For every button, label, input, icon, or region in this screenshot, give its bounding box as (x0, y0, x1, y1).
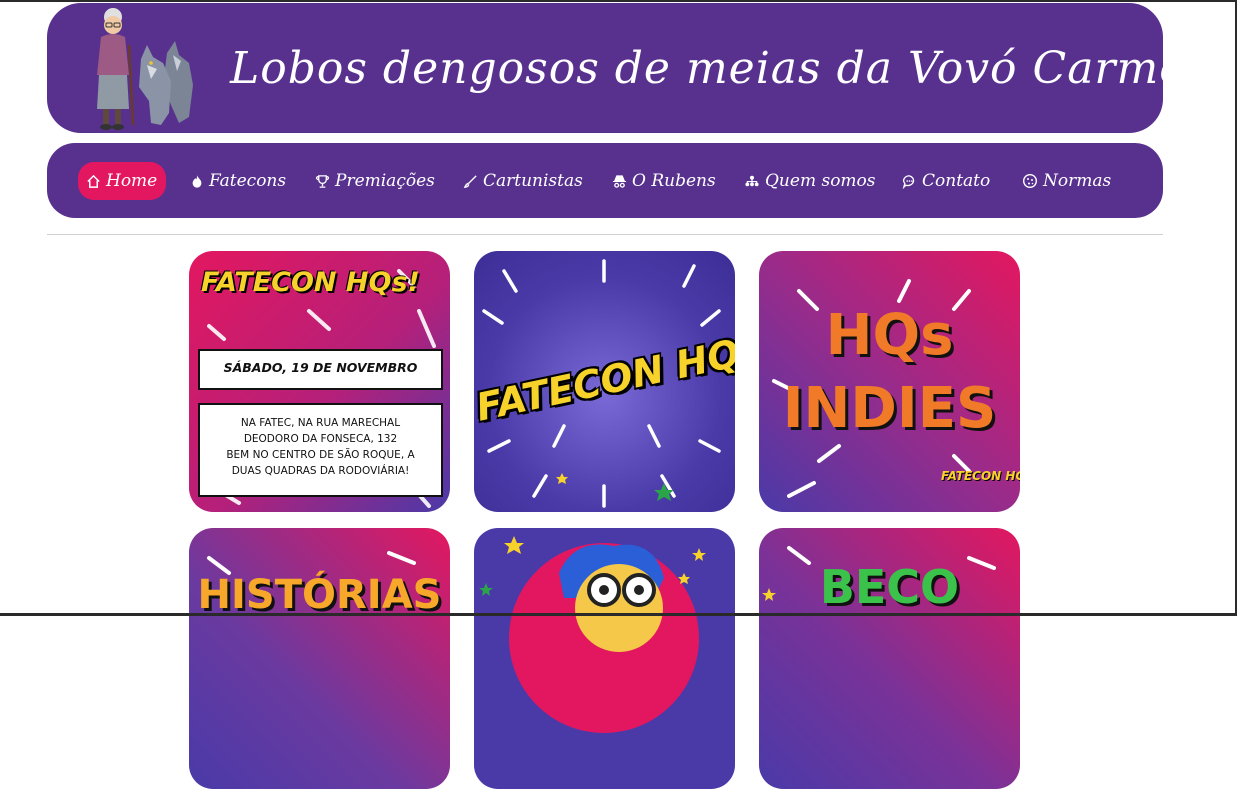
fatecon-logo: FATECON HQs! (201, 267, 420, 298)
grandma-with-wolves-icon[interactable] (89, 5, 209, 131)
address-line-3: BEM NO CENTRO DE SÃO ROQUE, A (226, 449, 415, 461)
flame-icon (192, 174, 202, 188)
header-banner: Lobos dengosos de meias da Vovó Carmela (47, 3, 1228, 133)
brush-icon (463, 174, 477, 188)
card-beco[interactable]: BECO (759, 528, 1020, 789)
address-line-4: DUAS QUADRAS DA RODOVIÁRIA! (231, 465, 410, 477)
nav-fatecons[interactable]: Fatecons (190, 162, 286, 200)
address-line-2: DEODORO DA FONSECA, 132 (243, 433, 398, 445)
main-navbar: Home Fatecons Premiações Cartunistas O R… (47, 143, 1163, 218)
cookie-icon (1022, 173, 1038, 189)
nav-quem-somos-label: Quem somos (765, 171, 876, 191)
fatecon-small-logo: FATECON HQs! (941, 469, 1020, 483)
header-divider (47, 234, 1163, 235)
nav-normas[interactable]: Normas (1022, 162, 1111, 200)
trophy-icon (315, 174, 330, 188)
nav-premiacoes[interactable]: Premiações (315, 162, 435, 200)
chat-icon (902, 174, 915, 189)
nav-o-rubens[interactable]: O Rubens (612, 162, 716, 200)
event-date: SÁBADO, 19 DE NOVEMBRO (223, 360, 418, 375)
indies-title: INDIES (782, 376, 997, 441)
window-top-border (0, 0, 1237, 2)
historias-title: HISTÓRIAS (197, 572, 442, 618)
card-fatecon-logo[interactable]: FATECON HQs! (474, 251, 735, 512)
date-box: SÁBADO, 19 DE NOVEMBRO (198, 349, 443, 390)
nav-home-label: Home (106, 171, 158, 191)
nav-o-rubens-label: O Rubens (632, 171, 716, 191)
nav-cartunistas[interactable]: Cartunistas (463, 162, 583, 200)
nav-home[interactable]: Home (78, 162, 167, 200)
card-cartoon[interactable] (474, 528, 735, 789)
card-historias[interactable]: HISTÓRIAS (189, 528, 450, 789)
nav-contato-label: Contato (922, 171, 991, 191)
site-title: Lobos dengosos de meias da Vovó Carmela (230, 43, 1229, 94)
people-icon (745, 175, 759, 186)
nav-normas-label: Normas (1043, 171, 1112, 191)
address-line-1: NA FATEC, NA RUA MARECHAL (240, 417, 401, 429)
home-icon (87, 174, 100, 188)
card-fatecon-info[interactable]: FATECON HQs! SÁBADO, 19 DE NOVEMBRO NA F… (189, 251, 450, 512)
hqs-title: HQs (825, 303, 954, 368)
nav-quem-somos[interactable]: Quem somos (744, 162, 876, 200)
nav-contato[interactable]: Contato (902, 162, 990, 200)
address-box: NA FATEC, NA RUA MARECHAL DEODORO DA FON… (198, 403, 443, 497)
nav-premiacoes-label: Premiações (335, 171, 435, 191)
beco-title: BECO (819, 560, 960, 614)
nav-cartunistas-label: Cartunistas (483, 171, 583, 191)
incognito-icon (612, 174, 627, 188)
card-hqs-indies[interactable]: HQs INDIES FATECON HQs! (759, 251, 1020, 512)
nav-fatecons-label: Fatecons (209, 171, 287, 191)
